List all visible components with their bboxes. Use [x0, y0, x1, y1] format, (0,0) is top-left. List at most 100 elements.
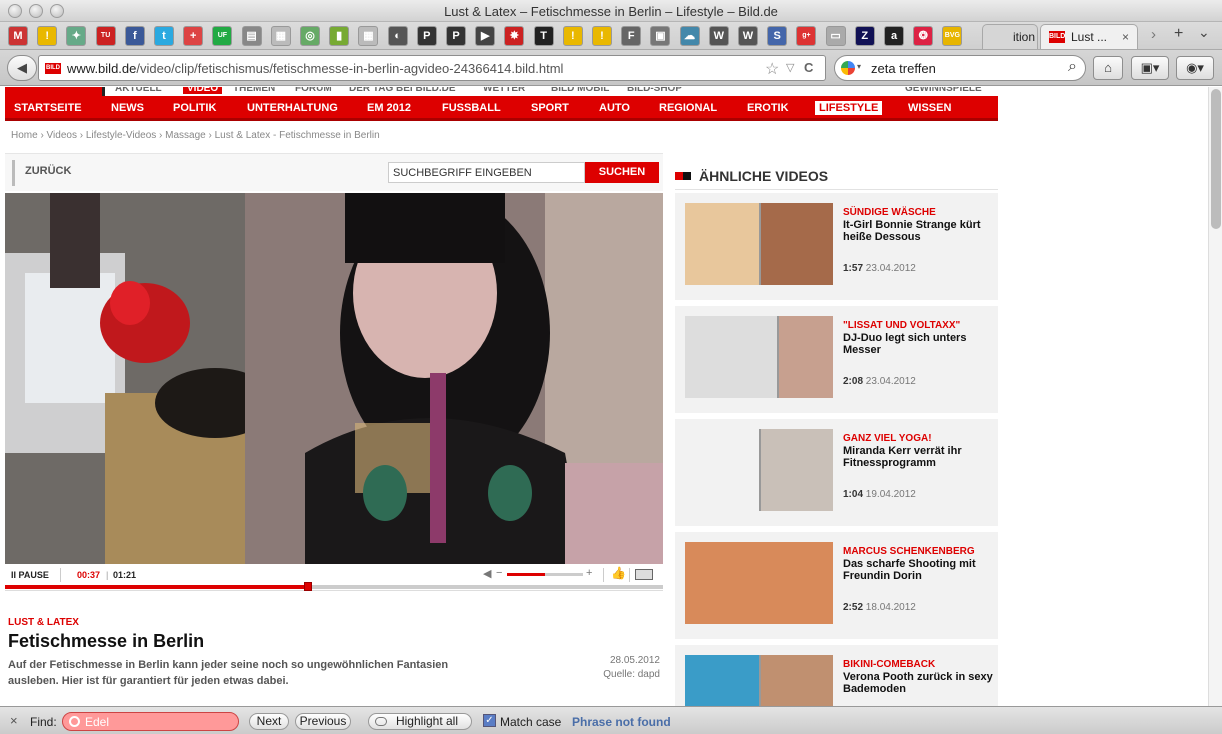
spiral-icon[interactable]: ◐ — [387, 26, 408, 46]
frame-icon[interactable]: F — [621, 26, 642, 46]
cloud-icon[interactable]: ☁ — [679, 26, 700, 46]
home-button[interactable]: ⌂ — [1093, 56, 1123, 80]
main-nav-item-em-2012[interactable]: EM 2012 — [367, 102, 411, 114]
video-progress-handle[interactable] — [303, 582, 312, 591]
search-input[interactable]: zeta treffen — [871, 61, 936, 76]
uf-icon[interactable]: UF — [212, 26, 233, 46]
video-thumbnail[interactable] — [685, 542, 833, 624]
search-bar[interactable]: ▾ zeta treffen ⌕ — [834, 55, 1086, 81]
globe-icon[interactable]: ◎ — [300, 26, 320, 46]
tab-scroll-right-icon[interactable]: › — [1151, 26, 1156, 43]
tu-icon[interactable]: TU — [95, 26, 116, 46]
video-progress-bar[interactable] — [5, 582, 663, 591]
page-scrollbar[interactable] — [1208, 87, 1222, 706]
flag-icon[interactable]: ▭ — [825, 26, 846, 46]
video-thumbnail[interactable] — [685, 316, 833, 398]
video-title[interactable]: Miranda Kerr verrät ihr Fitnessprogramm — [843, 445, 993, 469]
find-next-button[interactable]: Next — [249, 713, 289, 730]
play-icon[interactable]: ▶ — [475, 26, 496, 46]
main-nav-item-politik[interactable]: POLITIK — [173, 102, 216, 114]
main-nav-item-sport[interactable]: SPORT — [531, 102, 569, 114]
doc-icon[interactable]: ▤ — [241, 26, 262, 46]
google-icon[interactable] — [841, 61, 855, 75]
top-nav-item[interactable]: BILD-SHOP — [627, 87, 682, 94]
spiral-icon[interactable]: ❂ — [913, 26, 934, 46]
similar-video-card[interactable]: MARCUS SCHENKENBERG Das scharfe Shooting … — [675, 532, 998, 642]
bvg-icon[interactable]: BVG — [942, 26, 963, 46]
scrollbar-thumb[interactable] — [1211, 89, 1221, 229]
volume-down-icon[interactable]: − — [496, 567, 502, 579]
video-thumbnail[interactable] — [685, 655, 833, 706]
match-case-checkbox[interactable]: ✓ — [483, 714, 496, 727]
twitter-icon[interactable]: t — [154, 26, 174, 46]
main-nav-item-unterhaltung[interactable]: UNTERHALTUNG — [247, 102, 338, 114]
pause-button[interactable]: II PAUSE — [11, 570, 49, 580]
main-nav-item-startseite[interactable]: STARTSEITE — [14, 102, 82, 114]
video-search-input[interactable]: SUCHBEGRIFF EINGEBEN — [388, 162, 585, 183]
amazon-icon[interactable]: a — [884, 26, 904, 46]
z-icon[interactable]: Z — [854, 26, 875, 46]
back-link[interactable]: ZURÜCK — [25, 165, 71, 177]
find-previous-button[interactable]: Previous — [295, 713, 351, 730]
t-icon[interactable]: T — [533, 26, 554, 46]
main-nav-item-lifestyle[interactable]: LIFESTYLE — [815, 101, 883, 115]
dotted-icon[interactable]: ▦ — [358, 26, 379, 46]
puzzle-icon[interactable]: ✦ — [66, 26, 87, 46]
similar-video-card[interactable]: SÜNDIGE WÄSCHE It-Girl Bonnie Strange kür… — [675, 193, 998, 303]
speaker-icon[interactable]: ◀ — [483, 567, 491, 580]
back-chevron-icon[interactable] — [7, 160, 15, 186]
url-dropdown-icon[interactable]: ▽ — [786, 61, 794, 74]
s-icon[interactable]: S — [767, 26, 788, 46]
main-nav-item-regional[interactable]: REGIONAL — [659, 102, 717, 114]
warning-icon[interactable]: ! — [592, 26, 612, 46]
volume-up-icon[interactable]: + — [586, 567, 592, 579]
p-icon[interactable]: P — [416, 26, 437, 46]
video-search-button[interactable]: SUCHEN — [585, 162, 659, 183]
like-icon[interactable]: 👍 — [611, 566, 626, 580]
video-thumbnail[interactable] — [685, 203, 833, 285]
tab-menu-icon[interactable]: ⌄ — [1198, 24, 1210, 41]
highlight-all-button[interactable]: Highlight all — [368, 713, 472, 730]
tab-close-icon[interactable]: × — [1122, 30, 1129, 44]
video-title[interactable]: Verona Pooth zurück in sexy Bademoden — [843, 671, 993, 695]
bookmark-star-icon[interactable]: ☆ — [765, 59, 779, 79]
main-nav-item-news[interactable]: NEWS — [111, 102, 144, 114]
wikipedia-icon[interactable]: W — [738, 26, 758, 46]
video-kicker[interactable]: GANZ VIEL YOGA! — [843, 433, 932, 444]
warning-icon[interactable]: ! — [37, 26, 58, 46]
top-nav-item[interactable]: WETTER — [483, 87, 525, 94]
top-nav-item[interactable]: BILD MOBIL — [551, 87, 609, 94]
video-kicker[interactable]: MARCUS SCHENKENBERG — [843, 546, 975, 557]
volume-slider[interactable] — [507, 573, 583, 576]
main-nav-item-auto[interactable]: AUTO — [599, 102, 630, 114]
top-nav-item[interactable]: THEMEN — [233, 87, 275, 94]
gmail-icon[interactable]: M — [8, 26, 28, 46]
find-close-icon[interactable]: × — [10, 713, 18, 728]
url-bar[interactable]: BILD www.bild.de/video/clip/fetischismus… — [38, 55, 826, 81]
news-icon[interactable]: ▣ — [650, 26, 671, 46]
warning-icon[interactable]: ! — [562, 26, 583, 46]
top-nav-item[interactable]: VIDEO — [183, 87, 223, 94]
tab-inactive[interactable]: ition ... — [982, 24, 1038, 49]
fullscreen-icon[interactable] — [635, 569, 653, 580]
top-nav-item[interactable]: GEWINNSPIELE — [905, 87, 982, 94]
top-nav-item[interactable]: DER TAG BEI BILD.DE — [349, 87, 455, 94]
addon-button[interactable]: ◉▾ — [1176, 56, 1214, 80]
wikipedia-icon[interactable]: W — [708, 26, 729, 46]
star-icon[interactable]: ✸ — [504, 26, 525, 46]
back-button[interactable]: ◀ — [7, 55, 37, 81]
video-title[interactable]: It-Girl Bonnie Strange kürt heiße Dessou… — [843, 219, 993, 243]
video-kicker[interactable]: "LISSAT UND VOLTAXX" — [843, 320, 960, 331]
similar-video-card[interactable]: "LISSAT UND VOLTAXX" DJ-Duo legt sich unt… — [675, 306, 998, 416]
main-nav-item-fussball[interactable]: FUSSBALL — [442, 102, 501, 114]
video-kicker[interactable]: BIKINI-COMEBACK — [843, 659, 935, 670]
video-title[interactable]: DJ-Duo legt sich unters Messer — [843, 332, 993, 356]
top-nav-item[interactable]: AKTUELL — [115, 87, 162, 94]
facebook-icon[interactable]: f — [124, 26, 145, 46]
search-icon[interactable]: ⌕ — [1068, 58, 1077, 76]
reload-icon[interactable]: C — [804, 60, 813, 75]
main-nav-item-wissen[interactable]: WISSEN — [908, 102, 951, 114]
video-thumbnail[interactable] — [685, 429, 833, 511]
similar-video-card[interactable]: BIKINI-COMEBACK Verona Pooth zurück in se… — [675, 645, 998, 706]
main-nav-item-erotik[interactable]: EROTIK — [747, 102, 789, 114]
